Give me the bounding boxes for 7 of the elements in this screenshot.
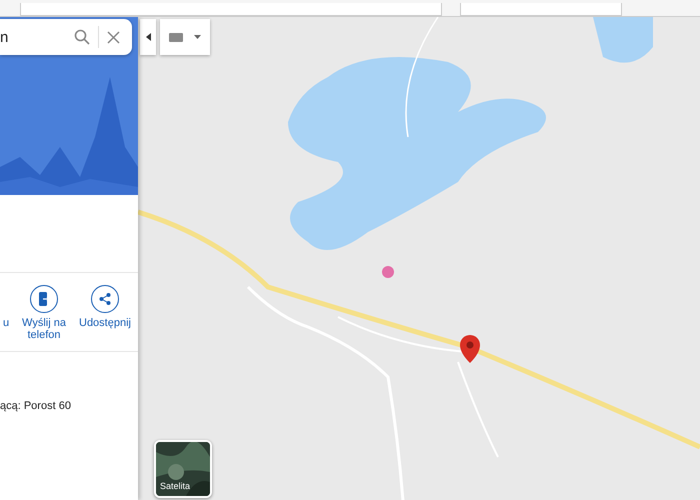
detail-text: ącą: Porost 60 [0,399,72,412]
share-icon [99,293,111,305]
phone-icon [38,292,50,306]
browser-search-field[interactable] [460,3,622,16]
action-button[interactable]: u [0,285,12,341]
action-button[interactable]: Udostępnij [76,285,134,341]
action-button[interactable]: Wyślij na telefon [18,285,70,341]
